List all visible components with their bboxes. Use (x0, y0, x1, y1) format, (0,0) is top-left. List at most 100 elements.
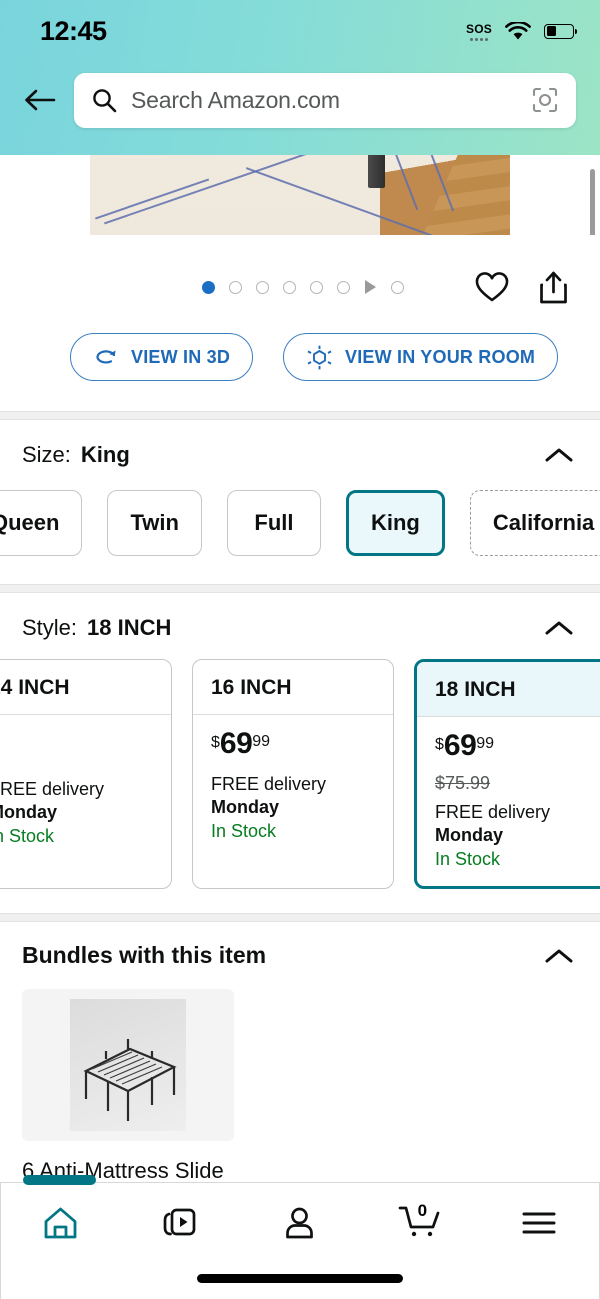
price-whole: 69 (219, 727, 253, 760)
scroll-content: VIEW IN 3D VIEW IN YOUR ROOM Size: King (0, 155, 600, 1212)
size-section-header[interactable]: Size: King (0, 420, 600, 468)
sos-label: SOS (466, 21, 492, 36)
style-card-delivery: FREE delivery (211, 774, 327, 794)
style-card-body: $ 69 99 FREE delivery Monday In Stock (193, 715, 393, 858)
size-option-full[interactable]: Full (226, 490, 321, 556)
carousel-dot[interactable] (256, 280, 269, 294)
camera-scan-icon[interactable] (531, 86, 559, 114)
home-icon (44, 1207, 77, 1239)
style-label: Style: (22, 615, 78, 640)
nav-cart[interactable]: 0 (360, 1201, 480, 1244)
style-selected-value: 18 INCH (87, 615, 172, 640)
price-currency: $ (435, 736, 444, 753)
gallery-actions (475, 271, 576, 304)
price-fraction: 99 (252, 733, 271, 750)
app-header: 12:45 SOS Search Amazon.com (0, 0, 600, 155)
heart-icon[interactable] (475, 271, 509, 303)
page-scrollbar[interactable] (590, 169, 595, 235)
carousel-dot[interactable] (337, 280, 350, 294)
wifi-icon (505, 21, 531, 39)
status-clock: 12:45 (40, 15, 107, 46)
status-indicators: SOS (466, 21, 577, 41)
style-card-18-inch[interactable]: 18 INCH $ 69 99 $75.99 FREE delivery Mon… (414, 659, 600, 889)
style-card-body: $ 69 99 $75.99 FREE delivery Monday In S… (417, 717, 600, 886)
size-swatch-row[interactable]: Queen Twin Full King California King (0, 468, 600, 584)
carousel-dots[interactable] (26, 280, 475, 294)
size-selected-value: King (80, 442, 130, 467)
search-row: Search Amazon.com (0, 62, 600, 138)
view-in-3d-button[interactable]: VIEW IN 3D (70, 333, 254, 381)
size-section: Size: King Queen Twin Full King Californ… (0, 420, 600, 584)
bundles-section-header[interactable]: Bundles with this item (22, 922, 600, 969)
view-in-3d-label: VIEW IN 3D (131, 346, 231, 367)
section-divider (0, 913, 600, 922)
active-tab-indicator (23, 1175, 96, 1185)
sos-signal-dots (470, 37, 489, 41)
size-option-king[interactable]: King (345, 490, 445, 556)
style-card-price: $ 69 99 (211, 727, 393, 766)
video-feed-icon (164, 1208, 196, 1236)
carousel-dot[interactable] (229, 280, 242, 294)
price-currency: $ (211, 734, 220, 751)
style-card-title: 18 INCH (417, 662, 600, 717)
style-card-price-empty (0, 730, 171, 771)
search-input[interactable]: Search Amazon.com (74, 72, 576, 128)
size-option-queen[interactable]: Queen (0, 490, 83, 556)
amazon-product-page-screen: 12:45 SOS Search Amazon.com VIEW IN 3D V… (0, 0, 600, 1299)
view-in-your-room-label: VIEW IN YOUR ROOM (345, 346, 536, 367)
ios-status-bar: 12:45 SOS (0, 0, 600, 62)
furniture-leg (368, 155, 385, 188)
bundle-image[interactable] (22, 989, 234, 1141)
style-card-delivery-day: Monday (0, 802, 58, 822)
carousel-dot[interactable] (391, 280, 404, 294)
style-card-stock: In Stock (435, 849, 501, 869)
style-card-delivery-day: Monday (435, 825, 504, 845)
product-image (90, 155, 510, 235)
bottom-nav-items: 0 (1, 1183, 599, 1263)
style-card-delivery-day: Monday (211, 797, 280, 817)
style-card-title: 14 INCH (0, 660, 171, 715)
chevron-up-icon[interactable] (544, 446, 574, 464)
style-card-14-inch[interactable]: 14 INCH FREE delivery Monday In Stock (0, 659, 172, 889)
style-card-title: 16 INCH (193, 660, 393, 715)
style-card-body: FREE delivery Monday In Stock (0, 715, 171, 863)
style-card-row[interactable]: 14 INCH FREE delivery Monday In Stock 16… (0, 641, 600, 913)
section-divider (0, 584, 600, 593)
rotate-3d-icon (96, 349, 116, 364)
bundle-item[interactable]: 6 Anti-Mattress Slide Stopper (22, 989, 600, 1212)
carousel-dot[interactable] (310, 280, 323, 294)
price-whole: 69 (443, 729, 477, 762)
style-section: Style: 18 INCH 14 INCH FREE delivery Mon… (0, 593, 600, 913)
size-option-california-king[interactable]: California King (469, 490, 600, 556)
style-card-price: $ 69 99 (435, 729, 600, 768)
section-divider (0, 411, 600, 420)
style-card-delivery: FREE delivery (435, 802, 551, 822)
nav-inspire[interactable] (121, 1206, 241, 1240)
share-icon[interactable] (539, 271, 568, 304)
nav-account[interactable] (240, 1206, 360, 1240)
style-card-delivery: FREE delivery (0, 779, 105, 799)
black-metal-bed-frame-image (70, 999, 186, 1131)
person-icon (286, 1207, 314, 1239)
chevron-up-icon[interactable] (544, 947, 574, 965)
view-in-your-room-button[interactable]: VIEW IN YOUR ROOM (283, 333, 559, 381)
battery-icon (544, 23, 577, 39)
nav-menu[interactable] (479, 1210, 599, 1236)
carousel-dot[interactable] (283, 280, 296, 294)
play-video-icon[interactable] (365, 280, 376, 294)
ar-cube-icon (307, 345, 332, 369)
style-card-16-inch[interactable]: 16 INCH $ 69 99 FREE delivery Monday In … (192, 659, 394, 889)
hamburger-menu-icon (522, 1212, 556, 1234)
style-card-list-price: $75.99 (435, 773, 491, 793)
product-image-carousel[interactable] (0, 155, 600, 235)
chevron-up-icon[interactable] (544, 619, 574, 637)
nav-home[interactable] (1, 1206, 121, 1240)
carousel-dot[interactable] (202, 280, 215, 294)
size-option-twin[interactable]: Twin (107, 490, 202, 556)
back-arrow-icon[interactable] (18, 78, 62, 122)
search-icon (93, 88, 117, 112)
sos-indicator: SOS (466, 22, 492, 41)
style-card-stock: In Stock (211, 821, 277, 841)
price-fraction: 99 (476, 735, 495, 752)
style-section-header[interactable]: Style: 18 INCH (0, 593, 600, 641)
